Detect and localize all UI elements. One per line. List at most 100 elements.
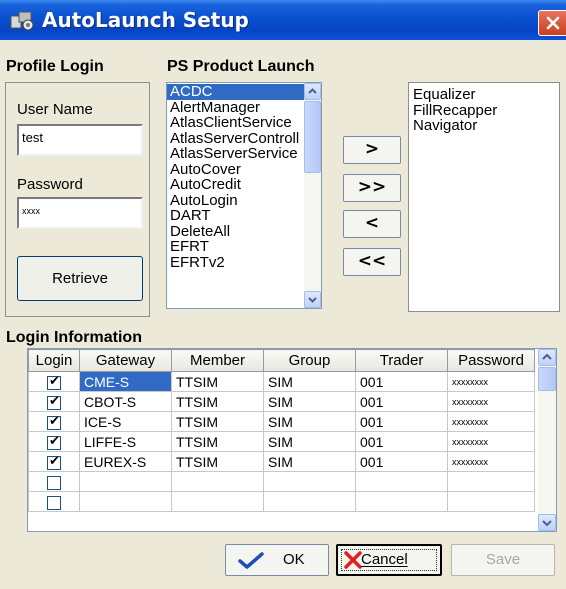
list-item[interactable]: DART — [167, 208, 305, 224]
table-row[interactable] — [28, 471, 535, 492]
available-products-list[interactable]: ACDC AlertManager AtlasClientService AtlasS… — [166, 82, 322, 309]
member-cell[interactable]: TTSIM — [171, 451, 264, 472]
list-item[interactable]: Equalizer — [410, 87, 559, 103]
login-checkbox-cell[interactable]: ✔ — [28, 451, 80, 472]
list-item[interactable]: EFRTv2 — [167, 254, 305, 271]
login-checkbox-cell[interactable]: ✔ — [28, 391, 80, 412]
login-checkbox[interactable] — [47, 475, 61, 490]
trader-cell[interactable]: 001 — [355, 431, 448, 452]
gateway-cell[interactable]: CME-S — [79, 371, 172, 392]
grid-scroll-down-button[interactable] — [538, 514, 556, 531]
password-cell[interactable]: xxxxxxxx — [447, 391, 535, 412]
list-item[interactable]: FillRecapper — [410, 102, 559, 119]
list-item[interactable]: AtlasServerControll — [167, 130, 305, 147]
list-item[interactable]: AutoCover — [167, 161, 305, 178]
column-header[interactable]: Password — [447, 349, 535, 372]
login-information-grid[interactable]: Login Gateway Member Group Trader Password ✔ C… — [27, 348, 557, 532]
add-one-button[interactable]: > — [343, 136, 401, 164]
list-item[interactable]: DeleteAll — [167, 223, 305, 240]
group-cell[interactable]: SIM — [263, 451, 356, 472]
trader-cell[interactable] — [355, 491, 448, 512]
trader-cell[interactable]: 001 — [355, 391, 448, 412]
login-checkbox[interactable]: ✔ — [47, 414, 61, 430]
list-item[interactable]: ACDC — [167, 84, 305, 100]
list-item[interactable]: Navigator — [410, 118, 559, 134]
login-checkbox-cell[interactable]: ✔ — [28, 371, 80, 392]
trader-cell[interactable] — [355, 471, 448, 492]
login-checkbox[interactable]: ✔ — [47, 394, 61, 410]
login-checkbox[interactable]: ✔ — [47, 434, 61, 450]
password-cell[interactable] — [447, 491, 535, 512]
group-cell[interactable]: SIM — [263, 391, 356, 412]
scroll-down-button[interactable] — [304, 291, 321, 308]
member-cell[interactable]: TTSIM — [171, 411, 264, 432]
member-cell[interactable] — [171, 471, 264, 492]
list-item[interactable]: AutoCredit — [167, 177, 305, 193]
remove-all-button[interactable]: << — [343, 248, 401, 276]
list-item[interactable]: AutoLogin — [167, 192, 305, 209]
ok-button[interactable]: OK — [225, 544, 329, 576]
add-all-button[interactable]: >> — [343, 174, 401, 202]
login-checkbox-cell[interactable] — [28, 471, 80, 492]
gateway-cell[interactable]: EUREX-S — [79, 451, 172, 472]
login-checkbox-cell[interactable] — [28, 491, 80, 512]
column-header[interactable]: Login — [28, 349, 80, 372]
login-checkbox-cell[interactable]: ✔ — [28, 431, 80, 452]
list-item[interactable]: EFRT — [167, 239, 305, 255]
member-cell[interactable]: TTSIM — [171, 391, 264, 412]
remove-one-button[interactable]: < — [343, 210, 401, 238]
group-cell[interactable] — [263, 491, 356, 512]
retrieve-button[interactable]: Retrieve — [17, 256, 143, 301]
table-row[interactable]: ✔ LIFFE-S TTSIM SIM 001 xxxxxxxx — [28, 431, 535, 452]
login-checkbox[interactable] — [47, 495, 61, 510]
password-cell[interactable] — [447, 471, 535, 492]
table-row[interactable]: ✔ CME-S TTSIM SIM 001 xxxxxxxx — [28, 371, 535, 392]
column-header[interactable]: Member — [171, 349, 264, 372]
member-cell[interactable]: TTSIM — [171, 371, 264, 392]
gateway-cell[interactable]: ICE-S — [79, 411, 172, 432]
cancel-button[interactable]: Cancel — [336, 544, 442, 576]
close-button[interactable] — [538, 10, 566, 36]
table-row[interactable]: ✔ CBOT-S TTSIM SIM 001 xxxxxxxx — [28, 391, 535, 412]
column-header[interactable]: Gateway — [79, 349, 172, 372]
group-cell[interactable] — [263, 471, 356, 492]
group-cell[interactable]: SIM — [263, 431, 356, 452]
column-header[interactable]: Trader — [355, 349, 448, 372]
login-checkbox[interactable]: ✔ — [47, 454, 61, 470]
password-input[interactable]: xxxx — [17, 197, 143, 229]
scroll-up-button[interactable] — [304, 83, 321, 100]
table-row[interactable]: ✔ EUREX-S TTSIM SIM 001 xxxxxxxx — [28, 451, 535, 472]
gateway-cell[interactable] — [79, 491, 172, 512]
scroll-thumb[interactable] — [304, 101, 321, 173]
login-checkbox[interactable]: ✔ — [47, 374, 61, 390]
table-row[interactable] — [28, 491, 535, 512]
member-cell[interactable] — [171, 491, 264, 512]
grid-scroll-thumb[interactable] — [538, 367, 556, 391]
password-cell[interactable]: xxxxxxxx — [447, 451, 535, 472]
trader-cell[interactable]: 001 — [355, 371, 448, 392]
column-header[interactable]: Group — [263, 349, 356, 372]
trader-cell[interactable]: 001 — [355, 411, 448, 432]
password-cell[interactable]: xxxxxxxx — [447, 411, 535, 432]
login-checkbox-cell[interactable]: ✔ — [28, 411, 80, 432]
password-cell[interactable]: xxxxxxxx — [447, 371, 535, 392]
list-item[interactable]: AtlasServerService — [167, 146, 305, 162]
list-item[interactable]: AlertManager — [167, 99, 305, 116]
available-list-scrollbar[interactable] — [304, 83, 321, 308]
save-button[interactable]: Save — [451, 544, 555, 576]
gateway-cell[interactable] — [79, 471, 172, 492]
trader-cell[interactable]: 001 — [355, 451, 448, 472]
list-item[interactable]: AtlasClientService — [167, 115, 305, 131]
gateway-cell[interactable]: CBOT-S — [79, 391, 172, 412]
grid-scroll-up-button[interactable] — [538, 349, 556, 366]
gateway-cell[interactable]: LIFFE-S — [79, 431, 172, 452]
password-cell[interactable]: xxxxxxxx — [447, 431, 535, 452]
title-bar[interactable]: AutoLaunch Setup — [0, 0, 566, 40]
group-cell[interactable]: SIM — [263, 371, 356, 392]
grid-scrollbar[interactable] — [538, 349, 556, 531]
chosen-products-list[interactable]: Equalizer FillRecapper Navigator — [408, 82, 560, 312]
username-input[interactable]: test — [17, 124, 143, 156]
table-row[interactable]: ✔ ICE-S TTSIM SIM 001 xxxxxxxx — [28, 411, 535, 432]
group-cell[interactable]: SIM — [263, 411, 356, 432]
member-cell[interactable]: TTSIM — [171, 431, 264, 452]
